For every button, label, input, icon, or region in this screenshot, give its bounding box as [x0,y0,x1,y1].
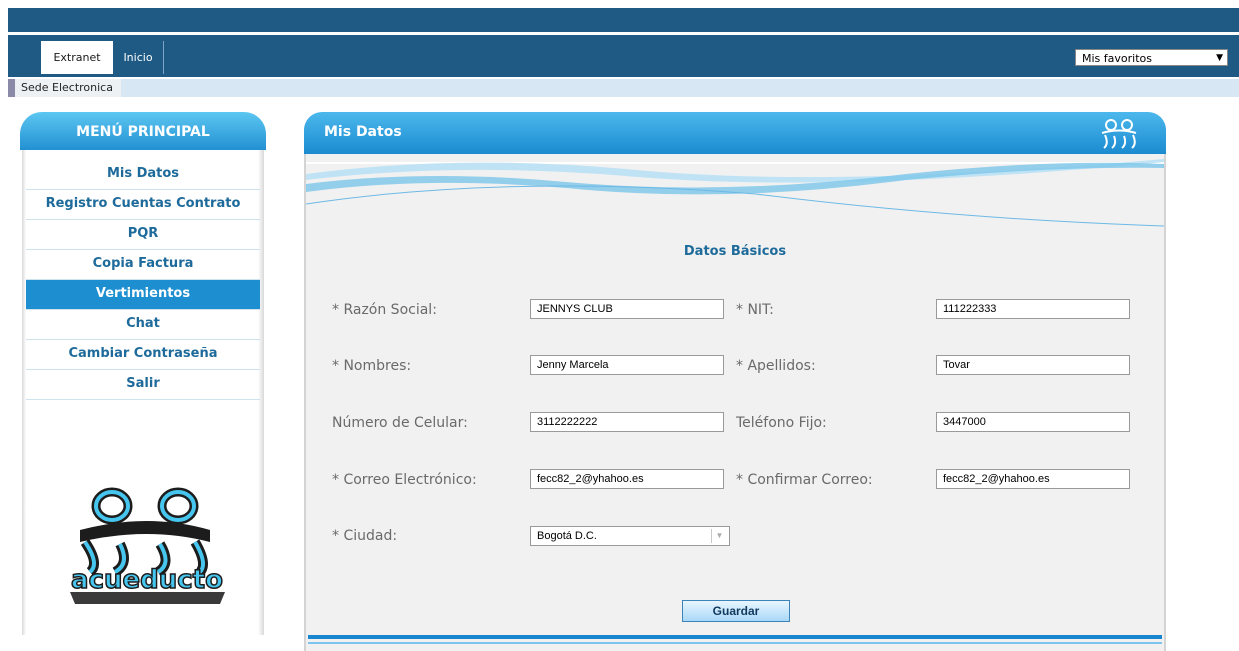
apellidos-label: * Apellidos: [736,358,816,374]
sidebar-item-copia-factura[interactable]: Copia Factura [26,250,260,280]
sidebar-item-pqr[interactable]: PQR [26,220,260,250]
favorites-select[interactable]: Mis favoritos ▼ [1075,49,1228,66]
ciudad-select[interactable]: Bogotá D.C. ▼ [530,526,730,546]
telefono-label: Teléfono Fijo: [736,415,827,431]
telefono-field[interactable]: 3447000 [936,412,1130,432]
section-title: Datos Básicos [683,244,787,259]
confirmar-correo-field[interactable]: fecc82_2@yhahoo.es [936,469,1130,489]
sidebar-title: MENÚ PRINCIPAL [20,112,266,150]
tab-inicio[interactable]: Inicio [113,41,164,74]
save-button[interactable]: Guardar [682,600,790,622]
acueducto-logo: acueducto [70,487,225,604]
nombres-field[interactable]: Jenny Marcela [530,355,724,375]
sidebar-menu: Mis Datos Registro Cuentas Contrato PQR … [26,160,260,400]
chevron-down-icon: ▼ [1216,53,1223,63]
chevron-down-icon: ▼ [711,529,727,543]
main-panel: Datos Básicos * Razón Social: JENNYS CLU… [304,154,1166,651]
frog-mascot-icon [1101,119,1137,149]
apellidos-field[interactable]: Tovar [936,355,1130,375]
razon-social-field[interactable]: JENNYS CLUB [530,299,724,319]
nav-bar: Extranet Inicio [8,35,1239,77]
ciudad-select-value: Bogotá D.C. [537,530,597,542]
sidebar-item-salir[interactable]: Salir [26,370,260,400]
sidebar-item-cambiar-contrasena[interactable]: Cambiar Contraseña [26,340,260,370]
favorites-select-value: Mis favoritos [1082,52,1152,65]
tab-extranet[interactable]: Extranet [41,41,113,74]
ciudad-label: * Ciudad: [332,528,398,544]
sub-nav-bar [8,79,1239,97]
decorative-wave [306,159,1164,227]
logo-wordmark: acueducto [71,565,223,595]
top-banner [8,8,1239,32]
celular-label: Número de Celular: [332,415,468,431]
correo-field[interactable]: fecc82_2@yhahoo.es [530,469,724,489]
nit-field[interactable]: 111222333 [936,299,1130,319]
nit-label: * NIT: [736,302,774,318]
nombres-label: * Nombres: [332,358,412,374]
sidebar-item-chat[interactable]: Chat [26,310,260,340]
sidebar-item-vertimientos[interactable]: Vertimientos [26,280,260,310]
celular-field[interactable]: 3112222222 [530,412,724,432]
bottom-divider [308,635,1162,639]
sidebar-item-mis-datos[interactable]: Mis Datos [26,160,260,190]
sidebar-item-registro-cuentas-contrato[interactable]: Registro Cuentas Contrato [26,190,260,220]
correo-label: * Correo Electrónico: [332,472,477,488]
confirmar-correo-label: * Confirmar Correo: [736,472,873,488]
main-header: Mis Datos [304,112,1166,154]
razon-social-label: * Razón Social: [332,302,437,318]
tab-sede-electronica[interactable]: Sede Electronica [8,79,121,97]
page-title: Mis Datos [324,124,402,140]
bottom-divider-thin [308,642,1162,644]
